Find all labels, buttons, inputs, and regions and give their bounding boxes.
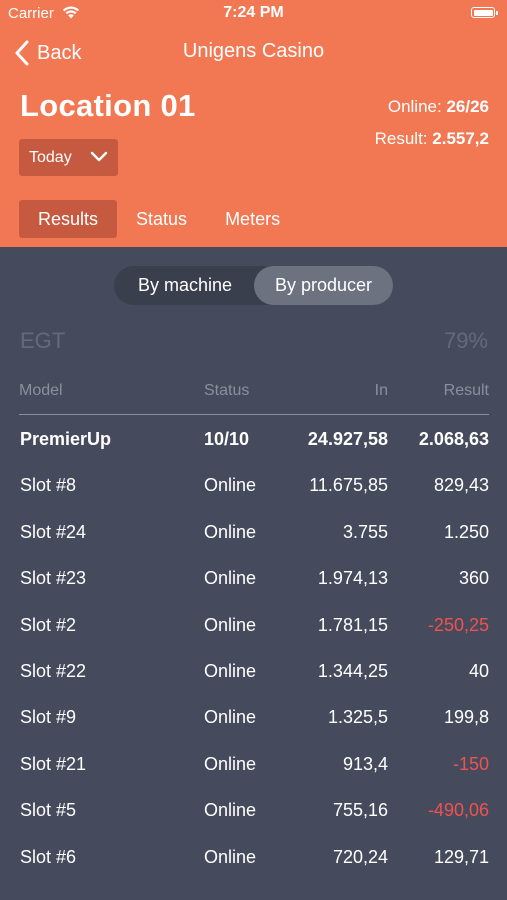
cell-model: Slot #8 [20, 475, 77, 496]
cell-in: 1.344,25 [317, 660, 388, 681]
cell-in: 755,16 [332, 800, 388, 821]
status-bar: Carrier 7:24 PM [0, 0, 507, 28]
cell-status: Online [204, 660, 257, 681]
cell-in: 913,4 [342, 753, 388, 774]
table-row[interactable]: Slot #23 Online 1.974,13 360 [19, 555, 489, 601]
cell-in: 11.675,85 [309, 475, 388, 496]
cell-result: 360 [458, 568, 489, 589]
location-title: Location 01 [20, 88, 196, 123]
tab-bar: Results Status Meters [19, 200, 299, 238]
cell-in: 1.781,15 [317, 614, 388, 635]
producer-percent: 79% [443, 328, 488, 353]
cell-model: Slot #5 [20, 800, 77, 821]
cell-in: 720,24 [332, 846, 388, 867]
table-row[interactable]: Slot #21 Online 913,4 -150 [19, 741, 489, 787]
cell-result: 829,43 [433, 475, 489, 496]
result-summary: Result: 2.557,2 [375, 129, 489, 149]
battery-icon [471, 7, 498, 18]
table-header: Model Status In Result [19, 382, 489, 415]
cell-model: Slot #23 [20, 568, 87, 589]
cell-model: Slot #6 [20, 846, 77, 867]
cell-result: -150 [452, 753, 489, 774]
segment-by-machine[interactable]: By machine [116, 266, 254, 305]
online-label: Online: [387, 97, 442, 116]
cell-status: Online [204, 568, 257, 589]
chevron-down-icon [90, 151, 108, 162]
back-label: Back [37, 41, 82, 64]
cell-status: Online [204, 846, 257, 867]
result-value: 2.557,2 [432, 129, 489, 148]
table-row[interactable]: Slot #9 Online 1.325,5 199,8 [19, 694, 489, 740]
cell-model: Slot #24 [20, 521, 87, 542]
table-row[interactable]: Slot #8 Online 11.675,85 829,43 [19, 462, 489, 508]
cell-status: Online [204, 800, 257, 821]
producer-name: EGT [20, 328, 66, 353]
header-status: Status [204, 382, 250, 399]
table-row[interactable]: Slot #22 Online 1.344,25 40 [19, 648, 489, 694]
cell-in: 3.755 [342, 521, 388, 542]
cell-result: 2.068,63 [418, 429, 489, 449]
results-table: PremierUp 10/10 24.927,58 2.068,63 Slot … [19, 416, 489, 880]
period-selected: Today [29, 148, 72, 166]
cell-result: -490,06 [427, 800, 489, 821]
header-model: Model [19, 382, 63, 399]
table-row-summary[interactable]: PremierUp 10/10 24.927,58 2.068,63 [19, 416, 489, 462]
tab-meters[interactable]: Meters [206, 200, 299, 238]
cell-in: 1.325,5 [327, 707, 388, 728]
tab-status[interactable]: Status [117, 200, 206, 238]
cell-status: Online [204, 521, 257, 542]
cell-model: Slot #22 [20, 660, 87, 681]
segment-by-producer[interactable]: By producer [254, 266, 393, 305]
cell-model: Slot #2 [20, 614, 77, 635]
result-label: Result: [374, 129, 428, 148]
cell-result: -250,25 [427, 614, 489, 635]
chevron-left-icon [15, 40, 29, 66]
tab-results[interactable]: Results [19, 200, 118, 238]
cell-result: 40 [468, 660, 489, 681]
table-row[interactable]: Slot #2 Online 1.781,15 -250,25 [19, 602, 489, 648]
cell-in: 1.974,13 [317, 568, 388, 589]
clock: 7:24 PM [223, 4, 284, 21]
header-result: Result [443, 382, 489, 399]
cell-result: 199,8 [443, 707, 489, 728]
period-dropdown[interactable]: Today [19, 139, 118, 176]
header: Carrier 7:24 PM Back Unigens Casino Loca… [0, 0, 507, 247]
cell-model: Slot #9 [20, 707, 77, 728]
online-summary: Online: 26/26 [388, 97, 489, 117]
cell-status: Online [204, 753, 257, 774]
online-value: 26/26 [446, 97, 489, 116]
cell-status: 10/10 [204, 429, 250, 449]
cell-result: 1.250 [443, 521, 489, 542]
header-in: In [374, 382, 388, 399]
cell-in: 24.927,58 [307, 429, 388, 449]
table-row[interactable]: Slot #24 Online 3.755 1.250 [19, 509, 489, 555]
cell-model: Slot #21 [20, 753, 87, 774]
table-row[interactable]: Slot #6 Online 720,24 129,71 [19, 834, 489, 880]
cell-model: PremierUp [20, 429, 112, 449]
cell-status: Online [204, 614, 257, 635]
view-segmented-control: By machine By producer [114, 266, 393, 305]
back-button[interactable]: Back [14, 38, 81, 68]
table-row[interactable]: Slot #5 Online 755,16 -490,06 [19, 787, 489, 833]
cell-status: Online [204, 475, 257, 496]
cell-result: 129,71 [433, 846, 489, 867]
cell-status: Online [204, 707, 257, 728]
